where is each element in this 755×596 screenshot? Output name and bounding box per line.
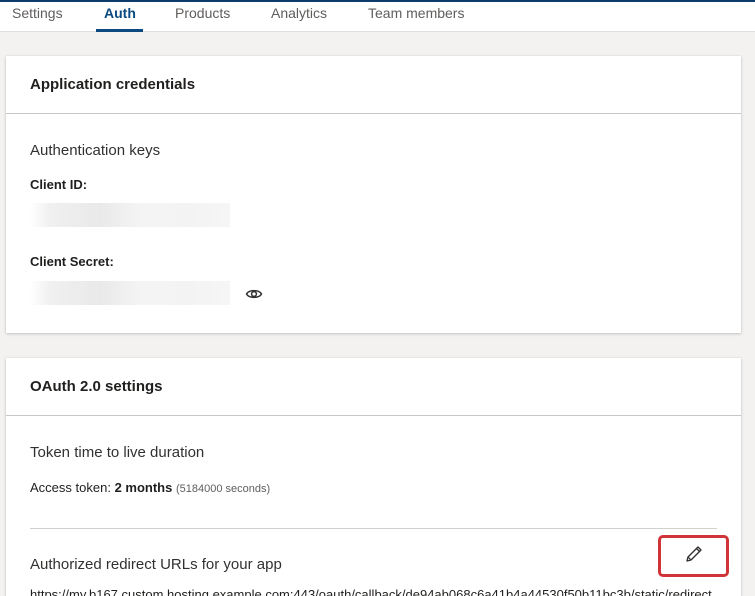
oauth-card-header: OAuth 2.0 settings — [6, 358, 741, 416]
active-tab-indicator — [96, 29, 143, 32]
tab-settings[interactable]: Settings — [12, 4, 63, 32]
client-id-value-redacted — [30, 203, 230, 227]
access-token-value: 2 months — [114, 480, 173, 495]
client-id-label: Client ID: — [30, 177, 88, 192]
client-secret-label: Client Secret: — [30, 254, 114, 269]
tab-analytics[interactable]: Analytics — [271, 4, 327, 32]
eye-icon[interactable] — [245, 285, 263, 303]
top-tab-bar: Settings Auth Products Analytics Team me… — [0, 0, 755, 32]
credentials-card-title: Application credentials — [30, 76, 196, 93]
section-divider — [30, 528, 717, 529]
redirect-url-item[interactable]: https://my.b167.custom.hosting.example.c… — [30, 586, 720, 596]
authentication-keys-heading: Authentication keys — [30, 142, 161, 159]
tab-products[interactable]: Products — [175, 4, 230, 32]
access-token-seconds: (5184000 seconds) — [175, 483, 271, 495]
credentials-card-header: Application credentials — [6, 56, 741, 114]
redirect-urls-heading: Authorized redirect URLs for your app — [30, 556, 282, 573]
oauth-card-title: OAuth 2.0 settings — [30, 378, 163, 395]
access-token-line: Access token: 2 months (5184000 seconds) — [30, 480, 270, 495]
access-token-label: Access token: — [30, 480, 111, 495]
credentials-card: Application credentials Authentication k… — [6, 56, 741, 333]
edit-redirect-urls-button[interactable] — [658, 535, 729, 577]
tab-auth[interactable]: Auth — [104, 4, 136, 32]
token-ttl-heading: Token time to live duration — [30, 444, 205, 461]
oauth-settings-card: OAuth 2.0 settings Token time to live du… — [6, 358, 741, 596]
pencil-icon — [683, 543, 705, 570]
client-secret-value-redacted — [30, 281, 230, 305]
tab-team-members[interactable]: Team members — [368, 4, 464, 32]
